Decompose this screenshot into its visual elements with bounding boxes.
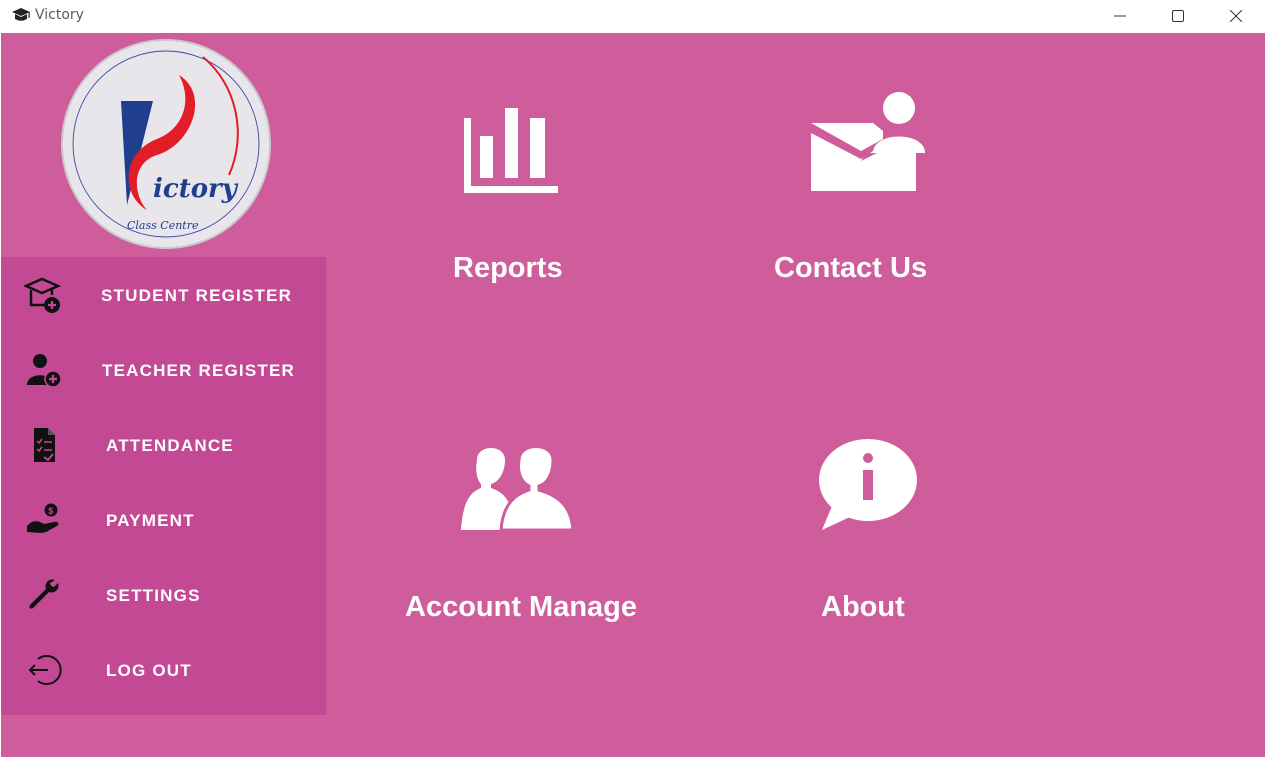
close-button[interactable] (1207, 0, 1265, 31)
sidebar-item-label: TEACHER REGISTER (102, 361, 295, 380)
sidebar-item-label: PAYMENT (106, 511, 195, 530)
tile-account-manage[interactable]: Account Manage (401, 423, 661, 693)
close-icon (1230, 9, 1242, 22)
sidebar-item-logout[interactable]: LOG OUT (1, 632, 326, 707)
minimize-icon (1114, 15, 1126, 16)
title-bar: Victory (0, 0, 1267, 31)
sidebar-item-settings[interactable]: SETTINGS (1, 557, 326, 632)
tile-about-label: About (821, 591, 905, 623)
sidebar-item-student-register[interactable]: STUDENT REGISTER (1, 257, 326, 332)
sidebar-item-attendance[interactable]: ATTENDANCE (1, 407, 326, 482)
users-icon (461, 445, 575, 530)
logout-icon (23, 652, 65, 688)
main-window: ictory Class Centre STUDENT REGISTER TEA… (1, 33, 1265, 757)
wrench-icon (23, 577, 65, 613)
svg-text:$: $ (48, 506, 53, 516)
user-add-icon (23, 352, 65, 388)
tile-contact-us[interactable]: Contact Us (761, 83, 1001, 353)
info-bubble-icon (819, 439, 917, 530)
graduation-cap-icon (12, 8, 30, 21)
sidebar-item-label: ATTENDANCE (106, 436, 234, 455)
sidebar-item-label: LOG OUT (106, 661, 192, 680)
mail-contact-icon (811, 92, 925, 191)
sidebar-item-label: SETTINGS (106, 586, 201, 605)
logo-subtitle-text: Class Centre (127, 219, 199, 232)
window-title: Victory (35, 7, 84, 23)
sidebar-menu: STUDENT REGISTER TEACHER REGISTER ATTEND… (1, 257, 326, 715)
logo-name-text: ictory (153, 174, 239, 204)
payment-hand-icon: $ (23, 502, 65, 538)
sidebar-item-payment[interactable]: $ PAYMENT (1, 482, 326, 557)
maximize-button[interactable] (1149, 0, 1207, 31)
bar-chart-icon (464, 108, 558, 193)
attendance-sheet-icon (23, 427, 65, 463)
tile-reports[interactable]: Reports (401, 83, 621, 353)
minimize-button[interactable] (1091, 0, 1149, 31)
tile-about[interactable]: About (791, 423, 991, 693)
tile-reports-label: Reports (453, 252, 563, 284)
maximize-icon (1172, 9, 1184, 22)
sidebar-item-label: STUDENT REGISTER (101, 286, 293, 305)
student-add-icon (23, 277, 65, 313)
tile-contact-us-label: Contact Us (774, 252, 928, 284)
sidebar-item-teacher-register[interactable]: TEACHER REGISTER (1, 332, 326, 407)
tile-account-manage-label: Account Manage (405, 591, 638, 623)
victory-logo: ictory Class Centre (61, 39, 271, 249)
